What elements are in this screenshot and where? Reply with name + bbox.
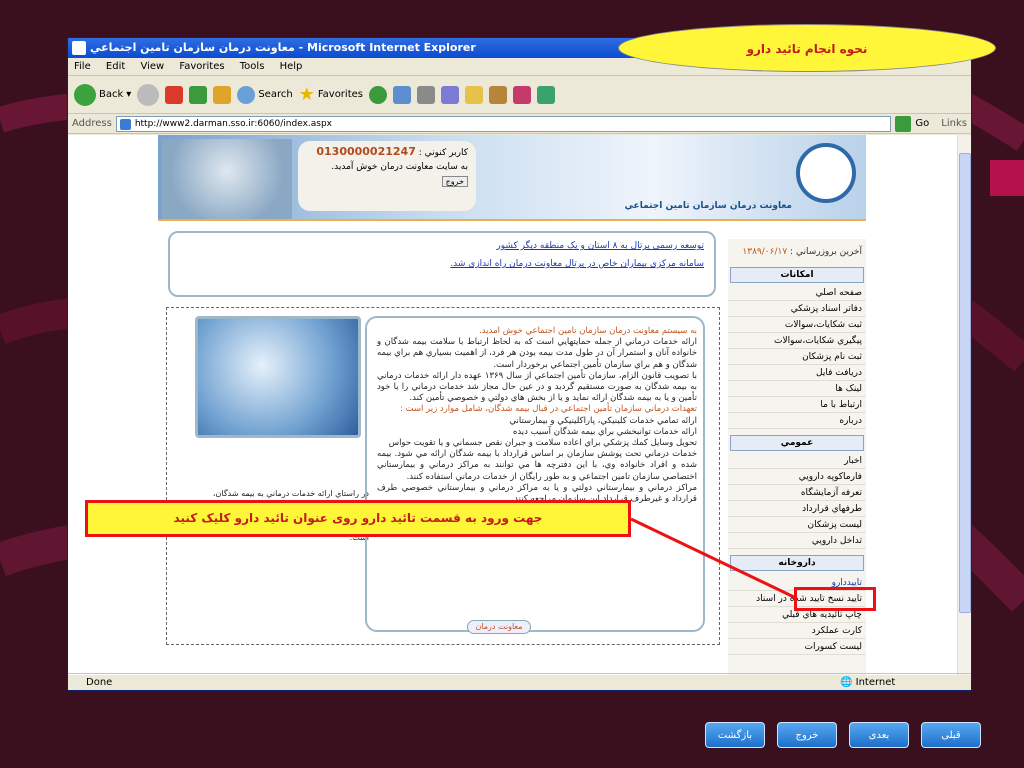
sidebar-item-deductions[interactable]: ليست كسورات (728, 639, 866, 655)
home-icon[interactable] (213, 85, 232, 104)
sidebar-item-contract-parties[interactable]: طرفهاي قرارداد (728, 501, 866, 517)
folder-icon[interactable] (464, 85, 483, 104)
forward-arrow-icon[interactable] (137, 83, 160, 106)
page-icon (119, 118, 131, 130)
address-input[interactable]: http://www2.darman.sso.ir:6060/index.asp… (115, 115, 892, 132)
history-icon[interactable] (368, 85, 387, 104)
sidebar-item-contact[interactable]: ارتباط با ما (728, 397, 866, 413)
intro-paragraph-2: با تصويب قانون الزام، سازمان تأمين اجتما… (377, 370, 697, 404)
login-box: كاربر كنوني : 0130000021247 به سايت معاو… (298, 141, 476, 211)
sso-logo-icon (796, 143, 856, 203)
messenger-icon[interactable] (512, 85, 531, 104)
intro-text: به سيستم معاونت درمان سازمان تامين اجتما… (377, 326, 697, 505)
go-button[interactable]: Go (915, 118, 929, 129)
sidebar-section-pharmacy: داروخانه (730, 555, 864, 571)
menu-tools[interactable]: Tools (240, 61, 265, 72)
sidebar-item-news[interactable]: اخبار (728, 453, 866, 469)
sidebar-item-download[interactable]: دريافت فايل (728, 365, 866, 381)
sidebar-item-doctor-register[interactable]: ثبت نام پزشكان (728, 349, 866, 365)
back-slide-button[interactable]: بازگشت (705, 722, 765, 748)
star-icon: ★ (298, 84, 315, 105)
standard-toolbar: Back ▾ Search ★ Favorites (68, 76, 971, 114)
prev-slide-button[interactable]: قبلی (921, 722, 981, 748)
sidebar-item-submit-complaint[interactable]: ثبت شكايات،سوالات (728, 317, 866, 333)
obligation-1: ارائه تمامي خدمات كلينيكي، پاراكلينيكي و… (509, 415, 697, 426)
status-done: Done (86, 677, 113, 688)
stop-icon[interactable] (165, 85, 184, 104)
news-link-1[interactable]: توسعه رسمي پرتال به ۸ استان و يک منطقه د… (180, 241, 704, 251)
links-button[interactable]: Links (941, 118, 967, 129)
address-bar: Address http://www2.darman.sso.ir:6060/i… (68, 114, 971, 134)
menu-view[interactable]: View (140, 61, 164, 72)
obligations-heading: تعهدات درماني سازمان تأمين اجتماعي در قب… (399, 404, 697, 415)
main-content: در راستاي ارائه خدمات درماني به بيمه شدگ… (166, 307, 720, 645)
more-button[interactable]: معاونت درمان (467, 620, 531, 634)
internet-zone: 🌐 Internet (840, 677, 896, 688)
menu-edit[interactable]: Edit (106, 61, 125, 72)
refresh-icon[interactable] (189, 85, 208, 104)
next-slide-button[interactable]: بعدی (849, 722, 909, 748)
exit-slide-button[interactable]: خروج (777, 722, 837, 748)
logout-button[interactable]: خروج (441, 176, 468, 187)
instruction-box: جهت ورود به قسمت تائيد دارو روی عنوان تا… (85, 500, 631, 537)
ie-app-icon (72, 41, 86, 55)
scroll-thumb[interactable] (959, 153, 971, 613)
sidebar-item-home[interactable]: صفحه اصلي (728, 285, 866, 301)
go-icon[interactable] (895, 115, 912, 132)
drug-approval-highlight (794, 587, 876, 611)
sidebar-item-drug-interaction[interactable]: تداخل دارويي (728, 533, 866, 549)
news-link-2[interactable]: سامانه مركزي بيماران خاص در پرتال معاونت… (180, 259, 704, 269)
favorites-button[interactable]: ★ Favorites (299, 84, 363, 105)
research-icon[interactable] (488, 85, 507, 104)
sidebar-item-links[interactable]: لينک ها (728, 381, 866, 397)
news-box: توسعه رسمي پرتال به ۸ استان و يک منطقه د… (168, 231, 716, 297)
intro-heading: به سيستم معاونت درمان سازمان تامين اجتما… (479, 326, 697, 336)
user-label: كاربر كنوني : (418, 148, 468, 158)
header-doctor-image (162, 139, 292, 219)
sidebar-item-medical-offices[interactable]: دفاتر اسناد پزشكي (728, 301, 866, 317)
people-icon[interactable] (536, 85, 555, 104)
back-button[interactable]: Back ▾ (74, 83, 131, 106)
web-page: كاربر كنوني : 0130000021247 به سايت معاو… (158, 135, 866, 675)
pills-image (195, 316, 361, 438)
search-icon (237, 85, 256, 104)
obligation-3: تحويل وسايل كمك پزشكي براي اعاده سلامت و… (388, 438, 697, 449)
sidebar-section-general: عمومي (730, 435, 864, 451)
menu-help[interactable]: Help (280, 61, 303, 72)
status-bar: Done 🌐 Internet (68, 673, 971, 690)
user-code: 0130000021247 (316, 145, 416, 158)
sidebar-item-lab-tariff[interactable]: تعرفه آزمايشگاه (728, 485, 866, 501)
intro-paragraph-1: ارائه خدمات درماني از جمله حمايتهايي است… (377, 337, 697, 370)
title-callout: نحوه انجام تائيد دارو (618, 24, 996, 72)
site-header: كاربر كنوني : 0130000021247 به سايت معاو… (158, 135, 866, 221)
back-arrow-icon (74, 83, 96, 106)
welcome-text: به سايت معاونت درمان خوش آمديد. (331, 162, 468, 172)
edit-icon[interactable] (440, 85, 459, 104)
menu-file[interactable]: File (74, 61, 91, 72)
search-button[interactable]: Search (237, 85, 293, 104)
address-label: Address (72, 118, 112, 129)
mail-icon[interactable] (392, 85, 411, 104)
sidebar-item-about[interactable]: درباره (728, 413, 866, 429)
sidebar-section-features: امكانات (730, 267, 864, 283)
sidebar-item-track-complaint[interactable]: پيگيري شكايات،سوالات (728, 333, 866, 349)
vertical-scrollbar[interactable] (957, 135, 971, 675)
org-name: معاونت درمان سازمان تامين اجتماعي (624, 201, 792, 211)
sidebar-item-pharmacopeia[interactable]: فارماكوپه دارويي (728, 469, 866, 485)
last-update: آخرين بروزرساني : ۱۳۸۹/۰۶/۱۷ (742, 247, 862, 257)
sidebar-item-doctors-list[interactable]: ليست پزشكان (728, 517, 866, 533)
obligation-2: ارائه خدمات توانبخشي براي بيمه شدگان آسي… (512, 426, 697, 437)
sidebar-item-performance-card[interactable]: كارت عملكرد (728, 623, 866, 639)
update-date: ۱۳۸۹/۰۶/۱۷ (742, 247, 788, 257)
window-title: معاونت درمان سازمان تامين اجتماعي - Micr… (90, 41, 476, 54)
intro-paragraph-3: خدمات درماني تحت پوشش سازمان بر اساس قرا… (377, 449, 697, 482)
print-icon[interactable] (416, 85, 435, 104)
menu-favorites[interactable]: Favorites (179, 61, 224, 72)
